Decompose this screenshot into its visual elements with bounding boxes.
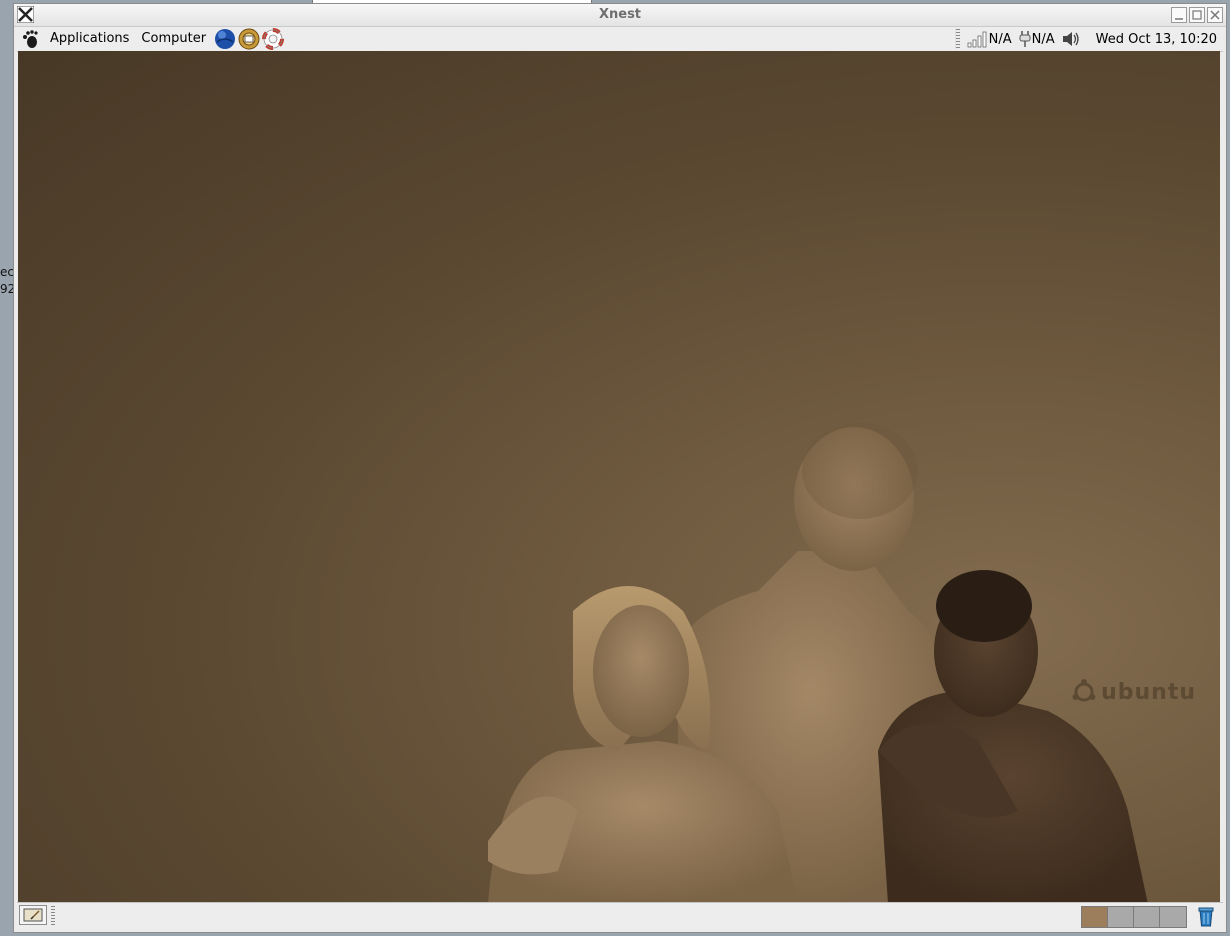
ubuntu-circle-of-friends-icon — [1072, 679, 1096, 702]
host-text-line: ec — [0, 265, 13, 279]
notification-area: N/A N/A Wed Oct 13, 10:20 — [954, 28, 1217, 50]
workspace-2[interactable] — [1108, 907, 1134, 927]
minimize-button[interactable] — [1171, 7, 1187, 23]
workspace-4[interactable] — [1160, 907, 1186, 927]
top-panel: Applications Computer N/A N/A Wed Oct 13… — [17, 27, 1223, 52]
signal-bars-icon — [967, 31, 987, 48]
trash-icon[interactable] — [1195, 905, 1217, 927]
network-status-text: N/A — [988, 31, 1012, 47]
xnest-window: Xnest Applications Computer N/A N/A Wed … — [13, 3, 1227, 933]
network-monitor[interactable]: N/A — [967, 30, 1012, 48]
help-lifebuoy-icon — [262, 28, 285, 50]
power-status-text: N/A — [1031, 31, 1055, 47]
panel-handle[interactable] — [954, 29, 960, 49]
window-controls — [1171, 7, 1223, 23]
host-text-line: 92 — [0, 282, 13, 296]
workspace-1[interactable] — [1082, 907, 1108, 927]
menu-applications[interactable]: Applications — [44, 28, 135, 50]
gnome-foot-icon[interactable] — [20, 29, 40, 49]
panel-handle[interactable] — [51, 906, 55, 926]
clock[interactable]: Wed Oct 13, 10:20 — [1096, 32, 1217, 47]
close-button[interactable] — [1207, 7, 1223, 23]
maximize-button[interactable] — [1189, 7, 1205, 23]
mail-client-icon — [238, 28, 260, 50]
volume-control[interactable] — [1061, 30, 1081, 48]
power-plug-icon — [1019, 31, 1031, 47]
help-launcher[interactable] — [262, 28, 285, 50]
ubuntu-logo: ubuntu — [1071, 679, 1196, 705]
ubuntu-logo-text: ubuntu — [1101, 679, 1196, 705]
maximize-icon — [1192, 10, 1202, 20]
web-browser-icon — [215, 29, 236, 49]
close-icon — [1210, 10, 1220, 20]
minimize-icon — [1175, 18, 1183, 20]
wallpaper-figures-image — [488, 423, 1148, 904]
workspace-3[interactable] — [1134, 907, 1160, 927]
show-desktop-icon — [23, 908, 43, 922]
bottom-panel — [17, 902, 1223, 929]
speaker-volume-icon — [1062, 32, 1079, 46]
workspace-switcher — [1081, 906, 1187, 928]
window-title: Xnest — [598, 7, 642, 22]
host-background-text: ec 92 — [0, 264, 13, 298]
panel-menus: Applications Computer — [20, 28, 285, 50]
menu-computer[interactable]: Computer — [135, 28, 212, 50]
show-desktop-button[interactable] — [19, 905, 47, 925]
window-titlebar[interactable]: Xnest — [14, 4, 1226, 27]
web-browser-launcher[interactable] — [214, 28, 236, 50]
desktop-background[interactable]: ubuntu — [18, 51, 1220, 904]
power-monitor[interactable]: N/A — [1018, 30, 1055, 48]
mail-client-launcher[interactable] — [238, 28, 260, 50]
